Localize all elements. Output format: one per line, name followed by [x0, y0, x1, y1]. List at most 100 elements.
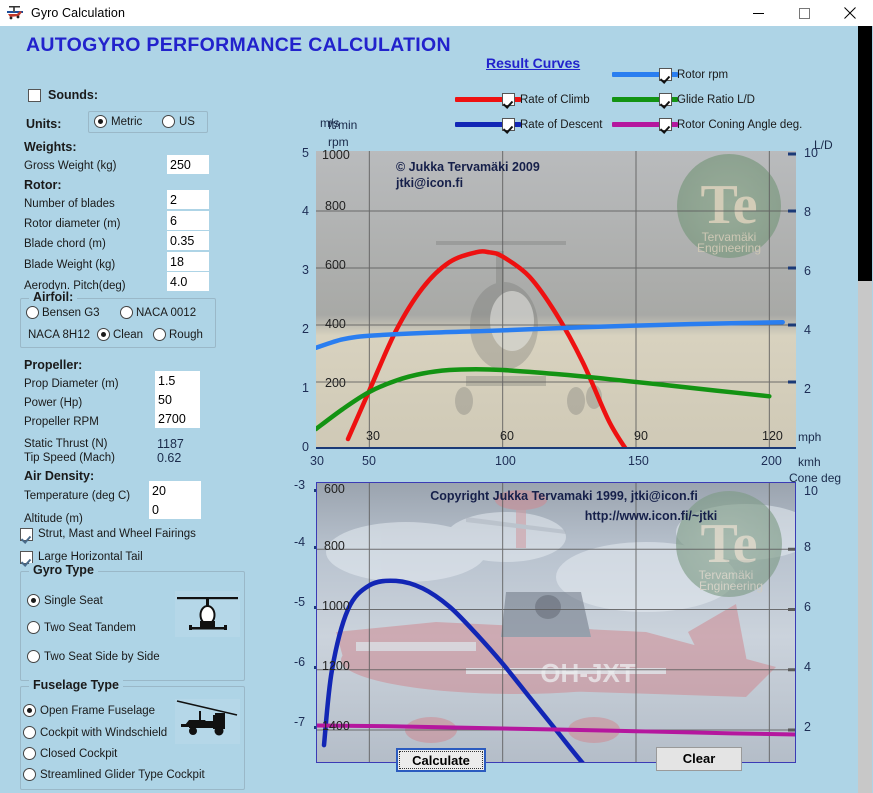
bottom-tick-ftmin-800: 800	[324, 539, 345, 553]
top-tick-ld-6: 6	[804, 264, 811, 278]
units-metric-label: Metric	[111, 116, 143, 128]
top-tick-mph-90: 90	[634, 429, 648, 443]
top-chart-xlabel-mph: mph	[798, 430, 822, 444]
temperature-input[interactable]	[149, 481, 201, 500]
fuselage-streamlined-glider-label: Streamlined Glider Type Cockpit	[40, 769, 205, 781]
top-tick-ld-2: 2	[804, 382, 811, 396]
fuselage-type-title: Fuselage Type	[29, 678, 123, 692]
fuselage-radio-streamlined-glider[interactable]	[23, 768, 36, 781]
bottom-tick-ftmin-1200: 1200	[322, 659, 350, 673]
airfoil-radio-rough[interactable]	[153, 328, 166, 341]
close-button[interactable]	[827, 0, 873, 26]
fuselage-radio-closed-cockpit[interactable]	[23, 747, 36, 760]
blade-weight-label: Blade Weight (kg)	[24, 259, 116, 271]
gyro-type-radio-two-seat-sbs[interactable]	[27, 650, 40, 663]
top-tick-kmh-30: 30	[310, 454, 324, 468]
units-us-label: US	[179, 116, 195, 128]
propeller-rpm-input[interactable]	[155, 409, 200, 428]
top-tick-mph-30: 30	[366, 429, 380, 443]
window-title: Gyro Calculation	[31, 6, 126, 20]
weights-title: Weights:	[24, 140, 77, 154]
svg-text:Engineering: Engineering	[697, 241, 761, 255]
top-tick-ld-8: 8	[804, 205, 811, 219]
top-chart-ylabel-rpm: rpm	[328, 135, 349, 149]
gross-weight-input[interactable]	[167, 155, 209, 174]
calculate-button[interactable]: Calculate	[396, 748, 486, 772]
top-tick-ftmin-800: 800	[325, 199, 346, 213]
bottom-chart-plot-area: OH-JXT Te Tervamäki Engineering Copyright Ju…	[316, 482, 796, 763]
fuselage-closed-cockpit-label: Closed Cockpit	[40, 748, 118, 760]
result-curves-title: Result Curves	[486, 55, 581, 71]
num-blades-input[interactable]	[167, 190, 209, 209]
scrollbar-thumb[interactable]	[858, 26, 872, 281]
air-density-title: Air Density:	[24, 469, 95, 483]
fairings-checkbox[interactable]	[20, 528, 33, 541]
bottom-tick-cone-10: 10	[804, 484, 818, 498]
fairings-label: Strut, Mast and Wheel Fairings	[38, 528, 196, 540]
bottom-tick-ftmin-600: 600	[324, 482, 345, 496]
fuselage-cockpit-windshield-label: Cockpit with Windschield	[40, 727, 168, 739]
airfoil-clean-label: Clean	[113, 329, 144, 341]
altitude-input[interactable]	[149, 500, 201, 519]
window-titlebar: Gyro Calculation	[0, 0, 873, 26]
bottom-tick-cone-6: 6	[804, 600, 811, 614]
airfoil-radio-naca-0012[interactable]	[120, 306, 133, 319]
top-tick-ftmin-600: 600	[325, 258, 346, 272]
top-tick-ftmin-1000: 1000	[322, 148, 350, 162]
prop-diameter-label: Prop Diameter (m)	[24, 378, 119, 390]
blade-chord-input[interactable]	[167, 231, 209, 250]
gyro-type-title: Gyro Type	[29, 563, 98, 577]
fuselage-radio-cockpit-windshield[interactable]	[23, 726, 36, 739]
static-thrust-value: 1187	[157, 437, 184, 451]
power-input[interactable]	[155, 390, 200, 409]
legend-checkbox-rotor-rpm[interactable]	[659, 68, 672, 81]
gyro-type-two-seat-tandem-label: Two Seat Tandem	[44, 622, 136, 634]
airfoil-radio-bensen-g3[interactable]	[26, 306, 39, 319]
bottom-tick-ms--3: -3	[294, 478, 306, 492]
svg-text:Copyright Jukka Tervamaki 199: Copyright Jukka Tervamaki 1999, jtki@ico…	[430, 489, 698, 503]
aero-pitch-input[interactable]	[167, 272, 209, 291]
top-tick-ms-1: 1	[302, 381, 309, 395]
top-tick-kmh-200: 200	[761, 454, 782, 468]
vertical-scrollbar[interactable]	[857, 26, 873, 793]
units-radio-us[interactable]	[162, 115, 175, 128]
svg-text:OH-JXT: OH-JXT	[540, 658, 635, 688]
airfoil-radio-clean[interactable]	[97, 328, 110, 341]
sounds-checkbox[interactable]	[28, 89, 41, 102]
static-thrust-label: Static Thrust (N)	[24, 438, 108, 450]
top-tick-kmh-50: 50	[362, 454, 376, 468]
maximize-button[interactable]	[781, 0, 827, 26]
bottom-tick-ms--5: -5	[294, 595, 306, 609]
bottom-tick-ftmin-1400: 1400	[322, 719, 350, 733]
bottom-tick-ms--4: -4	[294, 535, 306, 549]
calculate-button-label: Calculate	[399, 751, 483, 769]
blade-weight-input[interactable]	[167, 252, 209, 271]
top-tick-ftmin-400: 400	[325, 317, 346, 331]
gross-weight-label: Gross Weight (kg)	[24, 160, 117, 172]
top-tick-kmh-100: 100	[495, 454, 516, 468]
propeller-rpm-label: Propeller RPM	[24, 416, 99, 428]
gyro-type-radio-single-seat[interactable]	[27, 594, 40, 607]
page-title: AUTOGYRO PERFORMANCE CALCULATION	[26, 34, 451, 56]
svg-text:http://www.icon.fi/~jtki: http://www.icon.fi/~jtki	[585, 509, 718, 523]
bottom-tick-ms--6: -6	[294, 655, 306, 669]
prop-diameter-input[interactable]	[155, 371, 200, 390]
clear-button[interactable]: Clear	[656, 747, 742, 771]
tip-speed-value: 0.62	[157, 451, 182, 465]
bottom-tick-cone-8: 8	[804, 540, 811, 554]
top-tick-mph-60: 60	[500, 429, 514, 443]
gyro-app-icon	[6, 5, 24, 21]
scrollbar-track[interactable]	[858, 281, 872, 793]
fuselage-radio-open-frame[interactable]	[23, 704, 36, 717]
altitude-label: Altitude (m)	[24, 513, 83, 525]
units-radio-metric[interactable]	[94, 115, 107, 128]
gyro-front-view-thumbnail	[175, 591, 240, 637]
main-client-area: AUTOGYRO PERFORMANCE CALCULATION Sounds:…	[0, 26, 873, 793]
rotor-diameter-input[interactable]	[167, 211, 209, 230]
large-tail-label: Large Horizontal Tail	[38, 551, 143, 563]
gyro-type-radio-two-seat-tandem[interactable]	[27, 621, 40, 634]
gyro-type-single-seat-label: Single Seat	[44, 595, 103, 607]
top-tick-ms-2: 2	[302, 322, 309, 336]
minimize-button[interactable]	[735, 0, 781, 26]
airfoil-bensen-label: Bensen G3	[42, 307, 100, 319]
